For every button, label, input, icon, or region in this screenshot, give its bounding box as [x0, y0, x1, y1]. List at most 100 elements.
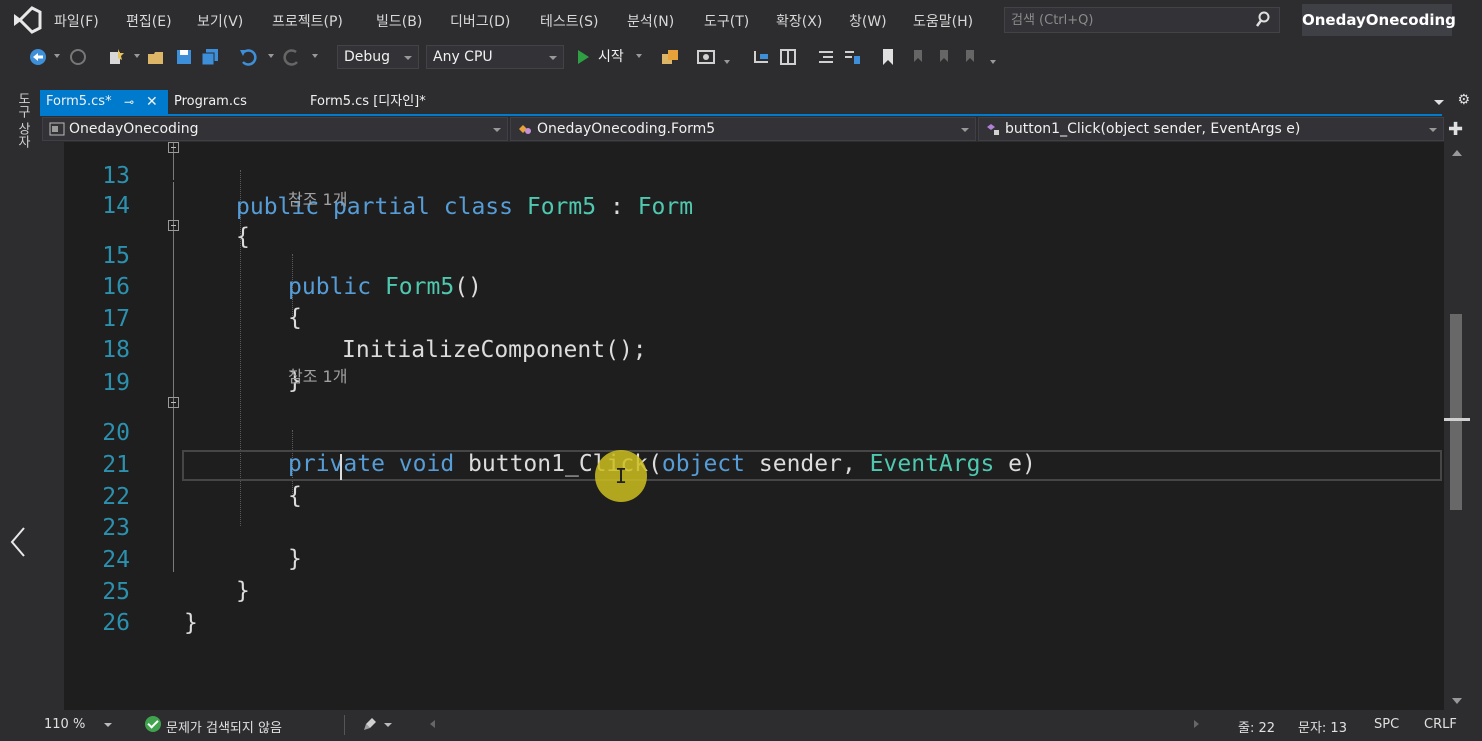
chevron-down-icon[interactable] [384, 723, 392, 727]
line-number-indicator[interactable]: 줄: 22 [1238, 717, 1275, 736]
menu-debug[interactable]: 디버그(D) [450, 11, 510, 31]
member-value: button1_Click(object sender, EventArgs e… [1005, 121, 1301, 137]
project-dropdown[interactable]: OnedayOnecoding [42, 117, 508, 141]
scrollbar-thumb[interactable] [1450, 314, 1462, 510]
chevron-left-icon[interactable] [6, 524, 30, 560]
search-input[interactable] [1011, 11, 1251, 29]
csharp-project-icon [49, 122, 65, 136]
pin-icon[interactable]: ⊸ [124, 90, 134, 114]
class-icon [519, 125, 531, 134]
toolbar: Debug Any CPU 시작 [0, 40, 1482, 74]
close-icon[interactable]: ✕ [146, 90, 158, 114]
menu-file[interactable]: 파일(F) [54, 11, 99, 31]
scroll-up-icon[interactable] [1452, 150, 1462, 156]
new-project-dropdown-icon[interactable] [134, 54, 140, 58]
screenshot-dropdown-icon[interactable] [724, 60, 730, 64]
code-editor[interactable]: 13 public partial class Form5 : Form 14 … [64, 142, 1444, 710]
solution-configuration-select[interactable]: Debug [337, 45, 419, 69]
solution-name-badge[interactable]: OnedayOnecoding [1302, 4, 1456, 36]
start-dropdown-icon[interactable] [636, 54, 642, 58]
undo-dropdown-icon[interactable] [268, 54, 274, 58]
tab-label: Program.cs [174, 94, 247, 109]
code-line-26: 26 [64, 577, 1444, 636]
menu-build[interactable]: 빌드(B) [376, 11, 422, 31]
tab-overflow-dropdown-icon[interactable] [1434, 100, 1444, 105]
previous-bookmark-icon[interactable] [908, 48, 928, 66]
save-icon[interactable] [174, 48, 194, 66]
scroll-left-icon[interactable] [430, 720, 435, 728]
code-line-13: 13 public partial class Form5 : Form [64, 142, 1444, 220]
undo-icon[interactable] [238, 48, 258, 66]
menu-extensions[interactable]: 확장(X) [776, 11, 822, 31]
menu-edit[interactable]: 편집(E) [126, 11, 172, 31]
line-ending-indicator[interactable]: CRLF [1424, 717, 1457, 732]
chevron-down-icon [493, 128, 501, 132]
member-dropdown[interactable]: button1_Click(object sender, EventArgs e… [978, 117, 1444, 141]
toolbox-tab[interactable]: 도구 상자 [10, 92, 32, 148]
editor-status-bar: 110 % 문제가 검색되지 않음 줄: 22 문자: 13 SPC CRLF [40, 710, 1482, 741]
start-label: 시작 [598, 49, 624, 65]
browser-link-icon[interactable] [660, 48, 680, 66]
split-editor-icon[interactable]: ✚ [1448, 120, 1463, 140]
comment-lines-icon[interactable] [816, 48, 836, 66]
zoom-level-select[interactable]: 110 % [44, 717, 85, 732]
menu-window[interactable]: 창(W) [849, 11, 887, 31]
tab-form5-designer[interactable]: Form5.cs [디자인]* [302, 90, 502, 114]
issues-status[interactable]: 문제가 검색되지 않음 [166, 717, 282, 736]
solution-platform-select[interactable]: Any CPU [426, 45, 564, 69]
editor-indicator-margin [40, 142, 64, 710]
code-cleanup-brush-icon[interactable] [362, 716, 378, 732]
vertical-scrollbar[interactable] [1444, 142, 1470, 710]
navigate-back-dropdown-icon[interactable] [54, 54, 60, 58]
step-over-icon[interactable] [778, 48, 798, 66]
bookmark-icon[interactable] [878, 48, 898, 66]
navigate-forward-icon[interactable] [68, 48, 88, 66]
search-icon[interactable] [1255, 11, 1271, 29]
scroll-right-icon[interactable] [1194, 720, 1199, 728]
menu-analyze[interactable]: 분석(N) [627, 11, 674, 31]
tab-label: Form5.cs [디자인]* [310, 94, 426, 109]
toolbar-options-dropdown-icon[interactable] [990, 60, 996, 64]
step-into-icon[interactable] [752, 48, 772, 66]
open-file-icon[interactable] [146, 48, 166, 66]
play-icon [578, 50, 589, 64]
menu-help[interactable]: 도움말(H) [913, 11, 973, 31]
navigation-bar: OnedayOnecoding OnedayOnecoding.Form5 bu… [40, 116, 1470, 142]
redo-icon[interactable] [282, 48, 302, 66]
document-tab-bar: Form5.cs* ⊸ ✕ Program.cs Form5.cs [디자인]*… [40, 90, 1482, 114]
menu-project[interactable]: 프로젝트(P) [272, 11, 343, 31]
text-caret [340, 454, 342, 480]
menu-view[interactable]: 보기(V) [197, 11, 243, 31]
codelens-references[interactable]: 참조 1개 [288, 190, 347, 210]
code-line-15: 15 public Form5() [64, 210, 1444, 300]
codelens-references[interactable]: 참조 1개 [288, 367, 347, 387]
clear-bookmarks-icon[interactable] [960, 48, 980, 66]
column-indicator[interactable]: 문자: 13 [1298, 717, 1347, 736]
whitespace-mode-indicator[interactable]: SPC [1374, 717, 1399, 732]
tab-form5-cs[interactable]: Form5.cs* ⊸ ✕ [40, 90, 168, 114]
redo-dropdown-icon[interactable] [312, 54, 318, 58]
chevron-down-icon [549, 56, 557, 60]
navigate-back-icon[interactable] [28, 48, 48, 66]
code-line-20: 20 private void button1_Click(object sen… [64, 387, 1444, 477]
code-line-19: 19 [64, 337, 1444, 396]
start-debugging-button[interactable]: 시작 [574, 46, 624, 68]
new-project-icon[interactable] [106, 48, 126, 66]
toolbox-side-strip: 도구 상자 [0, 86, 40, 741]
code-line-18: 18 } [64, 304, 1444, 394]
next-bookmark-icon[interactable] [934, 48, 954, 66]
project-value: OnedayOnecoding [69, 121, 199, 137]
scroll-down-icon[interactable] [1452, 698, 1462, 704]
tab-label: Form5.cs* [46, 94, 112, 109]
tab-program-cs[interactable]: Program.cs [168, 90, 302, 114]
save-all-icon[interactable] [200, 48, 220, 66]
menu-tools[interactable]: 도구(T) [704, 11, 749, 31]
type-dropdown[interactable]: OnedayOnecoding.Form5 [510, 117, 976, 141]
search-box[interactable] [1004, 7, 1280, 33]
uncomment-lines-icon[interactable] [842, 48, 862, 66]
gear-icon[interactable]: ⚙ [1457, 92, 1470, 108]
chevron-down-icon [961, 128, 969, 132]
chevron-down-icon[interactable] [104, 723, 112, 727]
screenshot-icon[interactable] [696, 48, 716, 66]
menu-test[interactable]: 테스트(S) [540, 11, 598, 31]
